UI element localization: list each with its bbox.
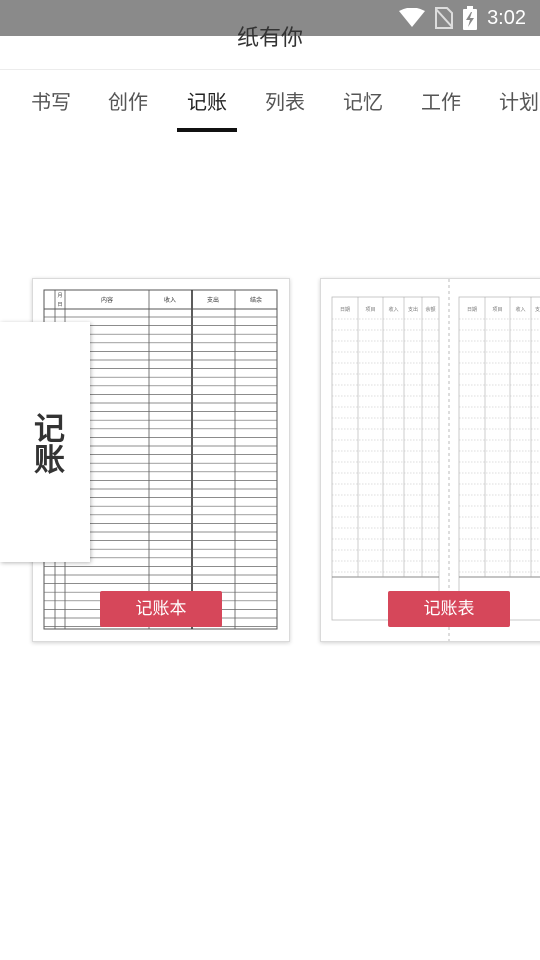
- sheet-column-header: 支出: [535, 306, 540, 313]
- title-bar: 纸有你: [0, 26, 540, 70]
- category-side-tag-label: 记账: [28, 412, 64, 474]
- tab-jiyi[interactable]: 记忆: [343, 86, 383, 115]
- ledger-col-expense: 支出: [207, 296, 219, 304]
- template-label-ledger-sheet[interactable]: 记账表: [388, 591, 510, 627]
- sheet-column-header: 余额: [425, 306, 435, 313]
- tab-jihua[interactable]: 计划: [499, 86, 539, 115]
- tab-gongzuo[interactable]: 工作: [421, 86, 461, 115]
- tab-chuangzuo[interactable]: 创作: [108, 86, 148, 115]
- tab-jizhang[interactable]: 记账: [187, 86, 227, 115]
- sheet-column-header: 日期: [340, 307, 350, 313]
- sheet-column-header: 收入: [388, 306, 398, 313]
- sheet-column-header: 日期: [467, 307, 477, 313]
- sheet-column-header: 项目: [492, 307, 502, 313]
- ledger-month-header: 月: [57, 293, 62, 299]
- active-tab-indicator: [177, 128, 237, 132]
- category-side-tag: 记账: [0, 322, 90, 562]
- tab-liebiao[interactable]: 列表: [265, 86, 305, 115]
- ledger-sheet-preview: 日期项目收入支出余额日期项目收入支出余额: [331, 279, 540, 641]
- tab-shuxie[interactable]: 书写: [31, 86, 71, 115]
- ledger-col-content: 内容: [101, 296, 113, 304]
- sheet-column-header: 项目: [365, 307, 375, 313]
- category-tabs: 书写 创作 记账 列表 记忆 工作 计划: [0, 70, 540, 136]
- sheet-column-header: 收入: [515, 306, 525, 313]
- ledger-col-income: 收入: [164, 296, 176, 304]
- template-card-ledger-sheet[interactable]: 日期项目收入支出余额日期项目收入支出余额 记账表: [320, 278, 540, 642]
- ledger-col-balance: 结余: [250, 296, 262, 304]
- template-label-ledger-book[interactable]: 记账本: [100, 591, 222, 627]
- ledger-day-header: 日: [57, 302, 62, 308]
- sheet-column-header: 支出: [408, 306, 418, 313]
- app-title: 纸有你: [236, 26, 303, 51]
